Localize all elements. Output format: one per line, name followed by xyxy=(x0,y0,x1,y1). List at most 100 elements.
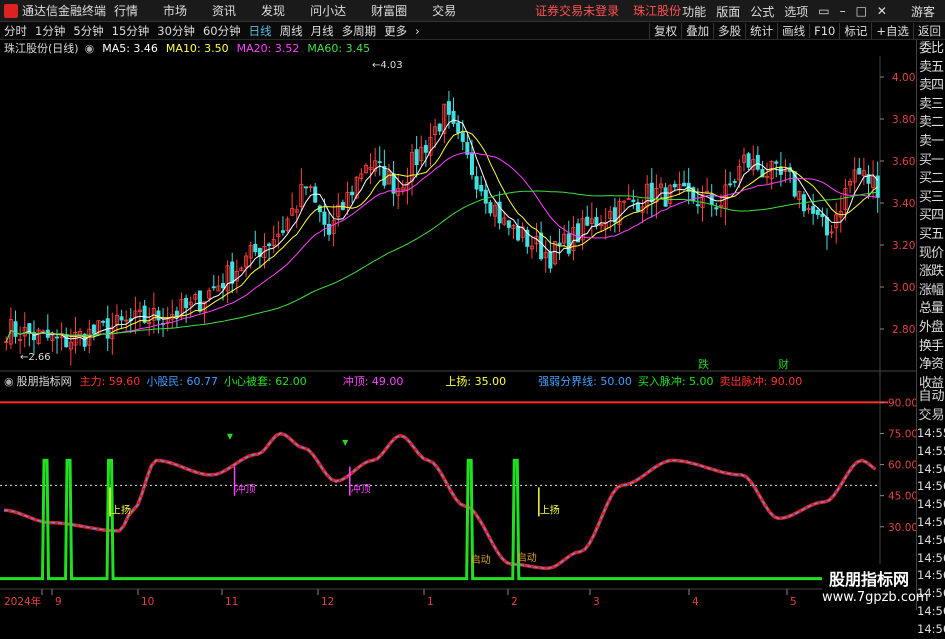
candle-body xyxy=(539,232,544,260)
quote-field: 现价 xyxy=(918,245,944,261)
candle-body xyxy=(211,286,216,289)
candle-body xyxy=(695,204,700,207)
trade-time: 14:55 xyxy=(917,426,945,440)
price-tick-label: 3.20 xyxy=(892,240,915,252)
quote-field: 净资 xyxy=(918,357,944,373)
quote-field: 买四 xyxy=(918,208,944,224)
tool-back[interactable]: 返回 xyxy=(913,23,945,39)
candle-body xyxy=(253,243,258,253)
signal-label: 冲顶 xyxy=(236,483,256,496)
watermark: 股朋指标网 www.7gpzb.com xyxy=(822,564,929,609)
retail-line xyxy=(3,432,876,569)
trade-time: 14:56 xyxy=(917,514,945,529)
quote-field: 买五 xyxy=(918,226,944,242)
price-tick-label: 3.80 xyxy=(892,114,915,126)
candle-body xyxy=(483,189,488,204)
candle-body xyxy=(64,334,69,348)
candle-body xyxy=(714,207,719,210)
candle-body xyxy=(340,202,345,210)
candle-body xyxy=(174,310,179,317)
quote-field: 买一 xyxy=(918,152,944,168)
candle-body xyxy=(382,165,387,186)
candle-body xyxy=(728,183,733,186)
candle-body xyxy=(423,144,428,153)
candle-body xyxy=(327,223,332,235)
price-tick-label: 2.80 xyxy=(892,324,915,336)
candle-body xyxy=(755,154,760,170)
candle-body xyxy=(857,167,862,175)
candle-body xyxy=(585,216,590,226)
quote-field: 外盘 xyxy=(918,319,944,335)
candle-body xyxy=(91,324,96,334)
quote-field: 卖四 xyxy=(918,78,944,94)
watermark-url: www.7gpzb.com xyxy=(822,590,929,605)
trade-time: 14:56 xyxy=(917,603,945,618)
quote-field: 卖五 xyxy=(918,59,944,75)
trade-time: 14:56 xyxy=(917,568,945,583)
trade-time: 14:56 xyxy=(917,621,945,636)
candle-body xyxy=(55,336,60,339)
indicator-tick-label: 60.00 xyxy=(888,460,916,472)
candle-body xyxy=(451,110,456,124)
quote-field: 卖三 xyxy=(918,96,944,112)
candle-body xyxy=(474,176,479,190)
candle-body xyxy=(142,305,147,323)
time-list: 14:55 14:55 14:56 14:56 14:56 14:56 14:56 14:56… xyxy=(917,425,945,639)
peak-arrow-icon xyxy=(342,439,349,446)
candle-body xyxy=(230,261,235,284)
x-axis-label: 4 xyxy=(692,596,699,608)
candle-body xyxy=(479,185,484,192)
indicator-tick-label: 45.00 xyxy=(888,491,916,503)
indicator-chart: 冲顶 冲顶上扬 上扬启动 启动 xyxy=(0,401,888,581)
chart-canvas[interactable]: ←4.03 ←2.66 跌 财 冲顶 冲顶上扬 上扬启动 启动 4.00 3.80 3.60 3.… xyxy=(0,0,916,609)
x-axis-label: 10 xyxy=(141,596,154,608)
axis-labels: 4.00 3.80 3.60 3.40 3.20 3.00 2.80 90.00 75.00 60… xyxy=(4,72,916,608)
price-tick-label: 3.00 xyxy=(892,282,915,294)
quote-field: 涨幅 xyxy=(918,282,944,298)
candle-body xyxy=(377,161,382,163)
candle-body xyxy=(456,122,461,134)
trade-time: 14:56 xyxy=(917,461,945,476)
candle-body xyxy=(672,183,677,188)
signal-label: 启动 xyxy=(517,551,537,564)
candle-body xyxy=(446,101,451,115)
candle-body xyxy=(815,209,820,215)
candle-body xyxy=(506,220,511,228)
candle-body xyxy=(317,205,322,213)
x-axis-label: 9 xyxy=(55,596,62,608)
candle-body xyxy=(635,202,640,212)
candle-body xyxy=(824,217,829,236)
signal-label: 上扬 xyxy=(111,503,131,516)
candle-body xyxy=(566,233,571,254)
x-axis-label: 2024年 xyxy=(4,595,41,608)
price-tick-label: 3.60 xyxy=(892,156,915,168)
candle-body xyxy=(101,320,106,323)
price-tick-label: 4.00 xyxy=(892,72,915,84)
main-force-line xyxy=(3,431,877,571)
indicator-tick-label: 30.00 xyxy=(888,522,916,534)
price-chart: ←4.03 ←2.66 跌 财 xyxy=(4,60,880,371)
quote-field: 委比 xyxy=(918,41,944,56)
signal-label: 上扬 xyxy=(540,503,560,516)
candle-body xyxy=(156,310,161,321)
candle-body xyxy=(663,187,668,207)
candle-body xyxy=(631,199,636,203)
x-axis-label: 12 xyxy=(321,596,334,608)
candle-body xyxy=(13,321,18,337)
trade-time: 14:56 xyxy=(917,550,945,565)
candle-body xyxy=(557,242,562,246)
price-tick-label: 3.40 xyxy=(892,198,915,210)
indicator-tick-label: 90.00 xyxy=(888,397,916,409)
quote-field: 买三 xyxy=(918,189,944,205)
candle-body xyxy=(303,186,308,189)
candle-body xyxy=(184,298,189,309)
candle-body xyxy=(119,316,124,321)
candle-body xyxy=(774,161,779,164)
signal-label: 启动 xyxy=(471,553,491,566)
candle-body xyxy=(469,152,474,175)
candle-body xyxy=(437,123,442,132)
auto-label[interactable]: 自动 交易 xyxy=(917,385,945,423)
event-marker: 跌 xyxy=(698,357,709,371)
candle-body xyxy=(391,173,396,194)
candle-body xyxy=(197,290,202,312)
